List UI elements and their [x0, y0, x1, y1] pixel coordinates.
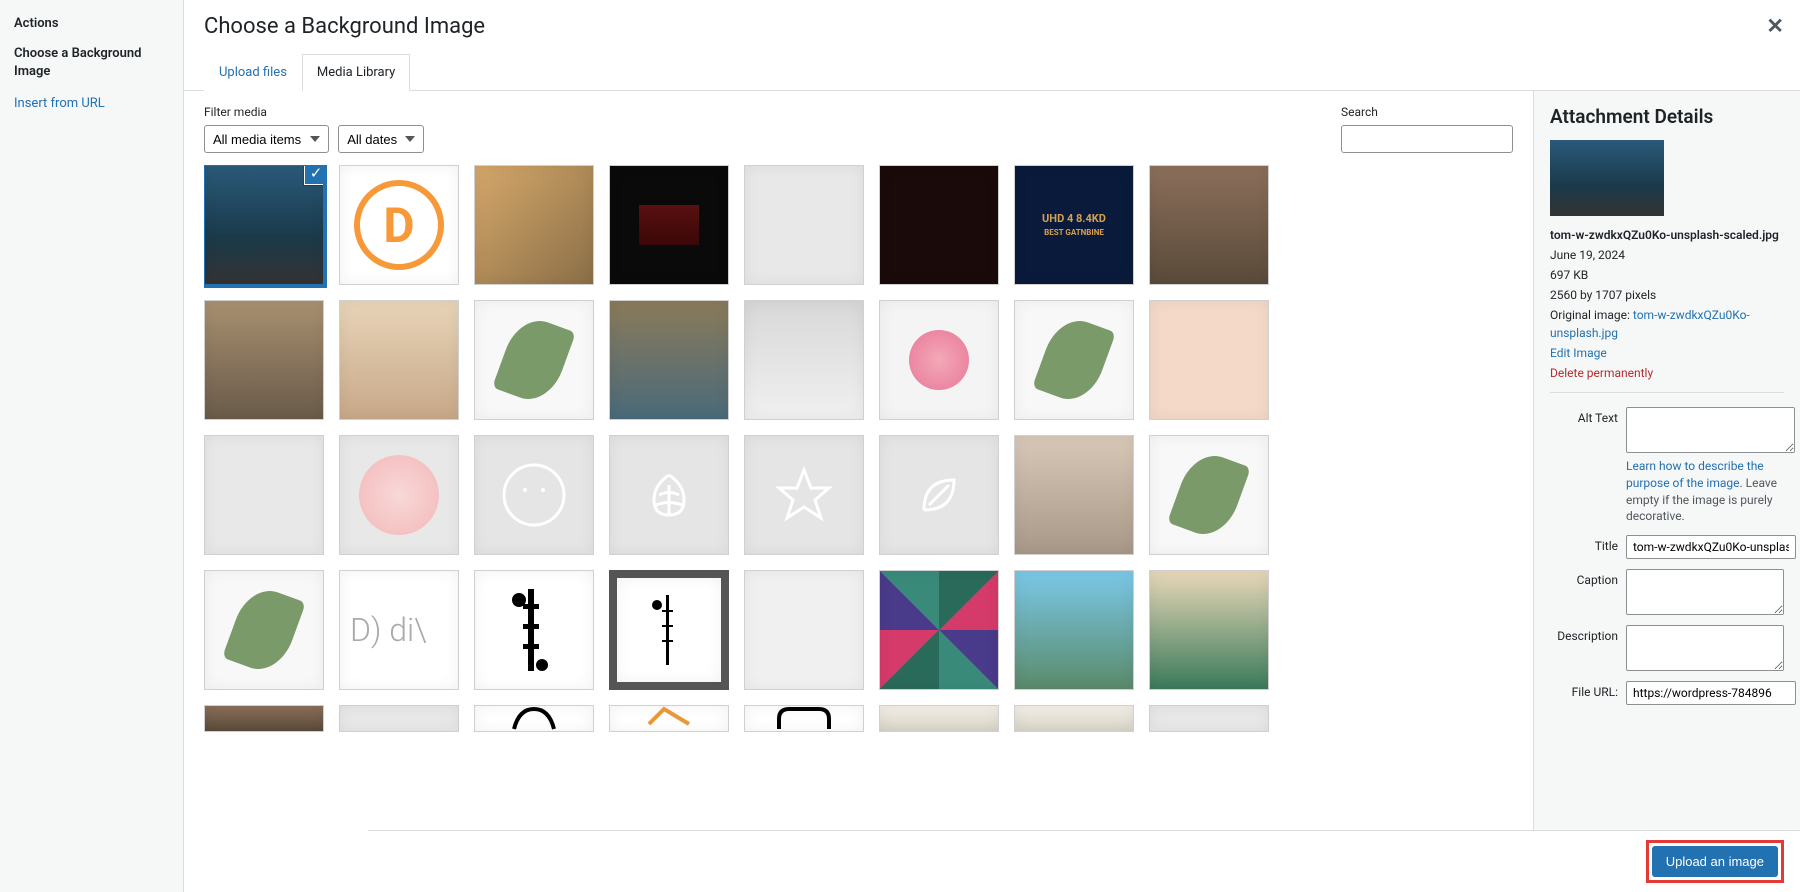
alt-text-label: Alt Text	[1550, 407, 1626, 425]
media-thumb[interactable]	[1149, 300, 1269, 420]
media-thumb[interactable]	[1014, 570, 1134, 690]
tabs: Upload files Media Library	[184, 53, 1800, 91]
media-thumb[interactable]	[339, 705, 459, 732]
media-thumb[interactable]	[1014, 705, 1134, 732]
media-thumb[interactable]	[609, 570, 729, 690]
filter-media-type[interactable]: All media items	[204, 125, 329, 153]
attachment-details-panel: Attachment Details tom-w-zwdkxQZu0Ko-uns…	[1533, 91, 1800, 892]
media-thumb[interactable]	[879, 300, 999, 420]
actions-sidebar: Actions Choose a Background Image Insert…	[0, 0, 184, 892]
alt-text-field[interactable]	[1626, 407, 1795, 453]
media-thumb[interactable]	[474, 570, 594, 690]
actions-heading: Actions	[14, 16, 169, 31]
media-thumb[interactable]	[744, 570, 864, 690]
media-thumb[interactable]	[339, 435, 459, 555]
attachment-filesize: 697 KB	[1550, 266, 1784, 284]
attachment-dimensions: 2560 by 1707 pixels	[1550, 286, 1784, 304]
media-thumb[interactable]: UHD 4 8.4KDBEST GATNBINE	[1014, 165, 1134, 285]
media-thumb[interactable]	[744, 435, 864, 555]
media-thumb[interactable]	[474, 165, 594, 285]
media-thumb[interactable]	[744, 705, 864, 732]
media-thumb[interactable]	[204, 435, 324, 555]
media-thumb[interactable]	[879, 570, 999, 690]
title-label: Title	[1550, 535, 1626, 553]
media-thumb[interactable]	[609, 435, 729, 555]
sidebar-item-insert-url[interactable]: Insert from URL	[14, 95, 169, 113]
tab-media-library[interactable]: Media Library	[302, 54, 410, 91]
attachment-preview	[1550, 140, 1664, 216]
check-icon[interactable]: ✓	[304, 165, 324, 185]
filter-dates[interactable]: All dates	[338, 125, 424, 153]
media-grid: ✓ D UHD 4 8.4KDBEST GATNBINE	[204, 165, 1513, 878]
media-thumb[interactable]	[609, 165, 729, 285]
media-thumb[interactable]: D	[339, 165, 459, 285]
upload-button-highlight: Upload an image	[1646, 840, 1784, 883]
description-label: Description	[1550, 625, 1626, 643]
media-thumb[interactable]	[1149, 570, 1269, 690]
attachment-date: June 19, 2024	[1550, 246, 1784, 264]
delete-permanently-link[interactable]: Delete permanently	[1550, 366, 1653, 380]
filter-media-label: Filter media	[204, 105, 430, 119]
media-thumb[interactable]	[744, 300, 864, 420]
caption-field[interactable]	[1626, 569, 1784, 615]
media-thumb[interactable]	[474, 300, 594, 420]
sidebar-item-choose-bg[interactable]: Choose a Background Image	[14, 45, 169, 81]
title-field[interactable]	[1626, 535, 1796, 559]
search-label: Search	[1341, 105, 1513, 119]
file-url-label: File URL:	[1550, 681, 1626, 699]
media-thumb[interactable]	[1149, 165, 1269, 285]
file-url-field[interactable]	[1626, 681, 1796, 705]
tab-upload-files[interactable]: Upload files	[204, 54, 302, 91]
description-field[interactable]	[1626, 625, 1784, 671]
media-thumb[interactable]	[204, 570, 324, 690]
modal-footer: Upload an image	[368, 830, 1800, 892]
close-icon[interactable]: ✕	[1766, 14, 1784, 39]
media-thumb[interactable]	[879, 165, 999, 285]
search-input[interactable]	[1341, 125, 1513, 153]
attachment-filename: tom-w-zwdkxQZu0Ko-unsplash-scaled.jpg	[1550, 228, 1779, 242]
media-thumb[interactable]	[609, 705, 729, 732]
media-thumb[interactable]	[204, 300, 324, 420]
media-thumb[interactable]: D) di\	[339, 570, 459, 690]
upload-an-image-button[interactable]: Upload an image	[1652, 846, 1778, 877]
media-thumb[interactable]	[1014, 300, 1134, 420]
edit-image-link[interactable]: Edit Image	[1550, 346, 1607, 360]
media-thumb[interactable]	[474, 435, 594, 555]
media-thumb[interactable]	[879, 435, 999, 555]
page-title: Choose a Background Image	[204, 14, 485, 39]
media-thumb-selected[interactable]: ✓	[204, 165, 324, 285]
media-thumb[interactable]	[744, 165, 864, 285]
media-thumb[interactable]	[879, 705, 999, 732]
media-thumb[interactable]	[1149, 435, 1269, 555]
media-thumb[interactable]	[609, 300, 729, 420]
media-thumb[interactable]	[1149, 705, 1269, 732]
media-thumb[interactable]	[204, 705, 324, 732]
caption-label: Caption	[1550, 569, 1626, 587]
media-thumb[interactable]	[1014, 435, 1134, 555]
media-thumb[interactable]	[474, 705, 594, 732]
media-thumb[interactable]	[339, 300, 459, 420]
details-heading: Attachment Details	[1550, 105, 1784, 128]
